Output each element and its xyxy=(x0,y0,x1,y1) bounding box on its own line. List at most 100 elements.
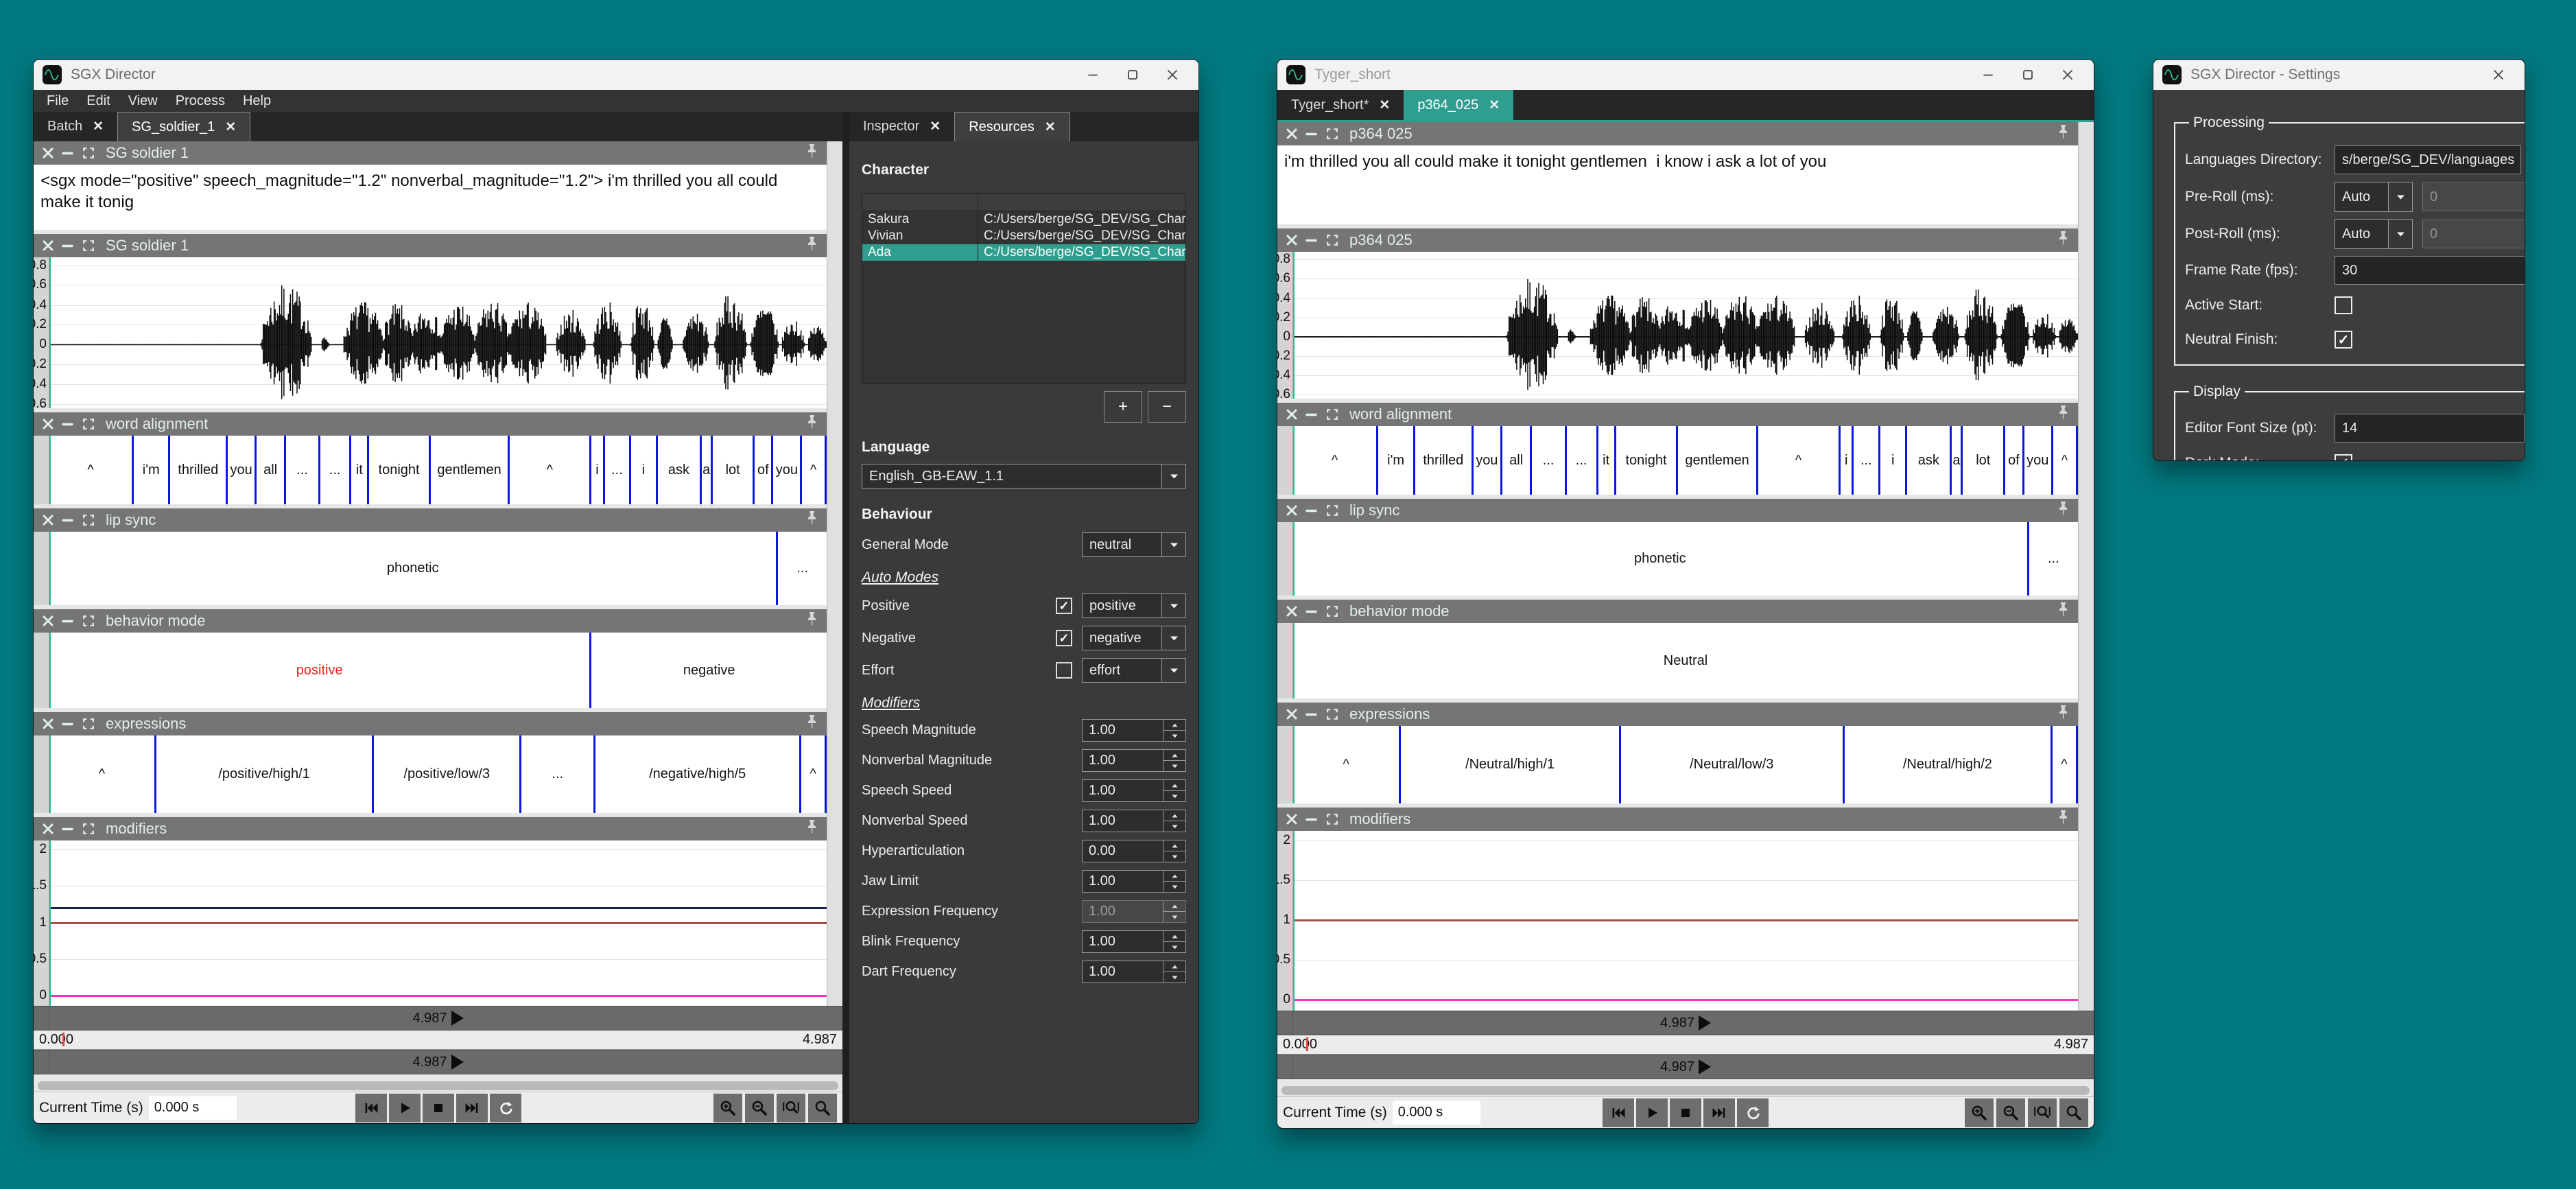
menu-view[interactable]: View xyxy=(119,91,167,111)
jaw-limit-spinbox[interactable]: 1.00 xyxy=(1082,870,1186,893)
segment[interactable]: ... xyxy=(284,436,318,504)
nonverbal-magnitude-spinbox[interactable]: 1.00 xyxy=(1082,749,1186,772)
positive-checkbox[interactable] xyxy=(1056,598,1072,614)
dark-mode-checkbox[interactable] xyxy=(2335,454,2352,461)
minimize-icon[interactable] xyxy=(62,615,74,627)
panel-splitter[interactable] xyxy=(842,112,849,1123)
maximize-icon[interactable] xyxy=(82,513,95,527)
tab-inspector[interactable]: Inspector✕ xyxy=(849,112,954,141)
neutral-finish-checkbox[interactable] xyxy=(2335,331,2352,349)
zoom-out-button[interactable] xyxy=(1996,1098,2025,1127)
menu-process[interactable]: Process xyxy=(167,91,234,111)
minimize-icon[interactable] xyxy=(1305,504,1318,517)
skip-end-button[interactable] xyxy=(456,1094,488,1122)
minimize-icon[interactable] xyxy=(1981,68,1995,82)
segment[interactable]: ^ xyxy=(49,735,154,813)
blink-frequency-spinbox[interactable]: 1.00 xyxy=(1082,930,1186,953)
close-icon[interactable] xyxy=(42,823,54,835)
tab-close-icon[interactable]: ✕ xyxy=(1045,119,1056,135)
segment[interactable]: ask xyxy=(1905,426,1950,495)
playhead[interactable] xyxy=(1293,831,1295,1011)
tab-tyger-short-[interactable]: Tyger_short*✕ xyxy=(1277,90,1404,120)
close-icon[interactable] xyxy=(1286,605,1298,617)
script-text-editor[interactable]: i'm thrilled you all could make it tonig… xyxy=(1277,145,2078,224)
segments-content[interactable]: positivenegative xyxy=(49,633,827,708)
loop-button[interactable] xyxy=(490,1094,521,1122)
segment[interactable]: gentlemen xyxy=(1676,426,1756,495)
playhead[interactable] xyxy=(49,633,51,708)
timeline-ruler[interactable]: 0.0004.987 xyxy=(1277,1035,2094,1055)
playhead[interactable] xyxy=(49,532,51,605)
segment[interactable]: phonetic xyxy=(1293,522,2027,596)
segment[interactable]: i xyxy=(589,436,602,504)
duration-slider[interactable]: 4.987 xyxy=(34,1006,842,1031)
waveform-plot[interactable] xyxy=(1293,252,2078,399)
close-icon[interactable] xyxy=(1286,708,1298,720)
minimize-icon[interactable] xyxy=(1305,128,1318,140)
segment[interactable]: of xyxy=(2003,426,2022,495)
close-icon[interactable] xyxy=(1286,408,1298,421)
roll-ms-input[interactable]: 0 xyxy=(2422,220,2525,248)
minimize-icon[interactable] xyxy=(62,418,74,430)
pin-icon[interactable] xyxy=(805,414,818,429)
maximize-icon[interactable] xyxy=(82,239,95,252)
zoom-out-button[interactable] xyxy=(745,1094,774,1122)
segment[interactable]: ^ xyxy=(508,436,589,504)
segments-content[interactable]: ^i'mthrilledyouall......ittonightgentlem… xyxy=(49,436,827,504)
segment[interactable]: /positive/low/3 xyxy=(372,735,519,813)
stop-button[interactable] xyxy=(1670,1098,1701,1127)
maximize-icon[interactable] xyxy=(1126,68,1139,82)
segment[interactable]: /Neutral/low/3 xyxy=(1619,726,1843,803)
segment[interactable]: ... xyxy=(2027,522,2078,596)
segment[interactable]: i xyxy=(1839,426,1852,495)
menu-edit[interactable]: Edit xyxy=(78,91,119,111)
close-icon[interactable] xyxy=(2061,68,2075,82)
waveform-content[interactable] xyxy=(49,257,827,408)
segment[interactable]: ... xyxy=(603,436,630,504)
close-icon[interactable] xyxy=(42,718,54,730)
minimize-icon[interactable] xyxy=(1305,813,1318,825)
close-icon[interactable] xyxy=(42,418,54,430)
maximize-icon[interactable] xyxy=(1325,812,1339,826)
segment[interactable]: i'm xyxy=(1376,426,1413,495)
playhead[interactable] xyxy=(49,436,51,504)
tab-sg-soldier-1[interactable]: SG_soldier_1✕ xyxy=(117,112,250,141)
scrollbar-thumb[interactable] xyxy=(1281,1086,2090,1095)
minimize-icon[interactable] xyxy=(1305,708,1318,720)
playhead[interactable] xyxy=(49,735,51,813)
segment[interactable]: positive xyxy=(49,633,589,708)
segment[interactable]: phonetic xyxy=(49,532,776,605)
zoom-in-button[interactable] xyxy=(713,1094,742,1122)
close-icon[interactable] xyxy=(1286,813,1298,825)
zoom-fit-button[interactable] xyxy=(2028,1098,2057,1127)
segment[interactable]: a xyxy=(700,436,711,504)
tab-batch[interactable]: Batch✕ xyxy=(34,112,117,141)
segment[interactable]: /Neutral/high/1 xyxy=(1399,726,1618,803)
dart-frequency-spinbox[interactable]: 1.00 xyxy=(1082,961,1186,983)
close-icon[interactable] xyxy=(42,239,54,252)
modifier-curve[interactable] xyxy=(49,922,827,924)
segments-content[interactable]: phonetic... xyxy=(49,532,827,605)
segments-content[interactable]: phonetic... xyxy=(1293,522,2078,596)
chart-content[interactable] xyxy=(1293,831,2078,1011)
playhead[interactable] xyxy=(1293,623,1295,698)
character-row[interactable]: SakuraC:/Users/berge/SG_DEV/SG_Characte.… xyxy=(862,211,1185,228)
segment[interactable]: negative xyxy=(589,633,827,708)
pin-icon[interactable] xyxy=(2057,705,2070,720)
modifier-curve[interactable] xyxy=(49,907,827,909)
negative-select[interactable]: negative xyxy=(1082,626,1186,650)
character-row[interactable]: AdaC:/Users/berge/SG_DEV/SG_Characte... xyxy=(862,244,1185,261)
segment[interactable]: ... xyxy=(1530,426,1564,495)
tab-close-icon[interactable]: ✕ xyxy=(225,119,236,135)
duration-slider[interactable]: 4.987 xyxy=(1277,1011,2094,1035)
segment[interactable]: ^ xyxy=(1756,426,1839,495)
segment[interactable]: ^ xyxy=(49,436,132,504)
playhead[interactable] xyxy=(1293,252,1295,399)
segment[interactable]: it xyxy=(1596,426,1614,495)
playhead[interactable] xyxy=(49,257,51,408)
segment[interactable]: ^ xyxy=(2051,726,2078,803)
segment[interactable]: you xyxy=(226,436,255,504)
horizontal-scrollbar[interactable] xyxy=(1277,1085,2094,1096)
current-time-field[interactable]: 0.000 s xyxy=(149,1096,237,1120)
segments-content[interactable]: ^/Neutral/high/1/Neutral/low/3/Neutral/h… xyxy=(1293,726,2078,803)
